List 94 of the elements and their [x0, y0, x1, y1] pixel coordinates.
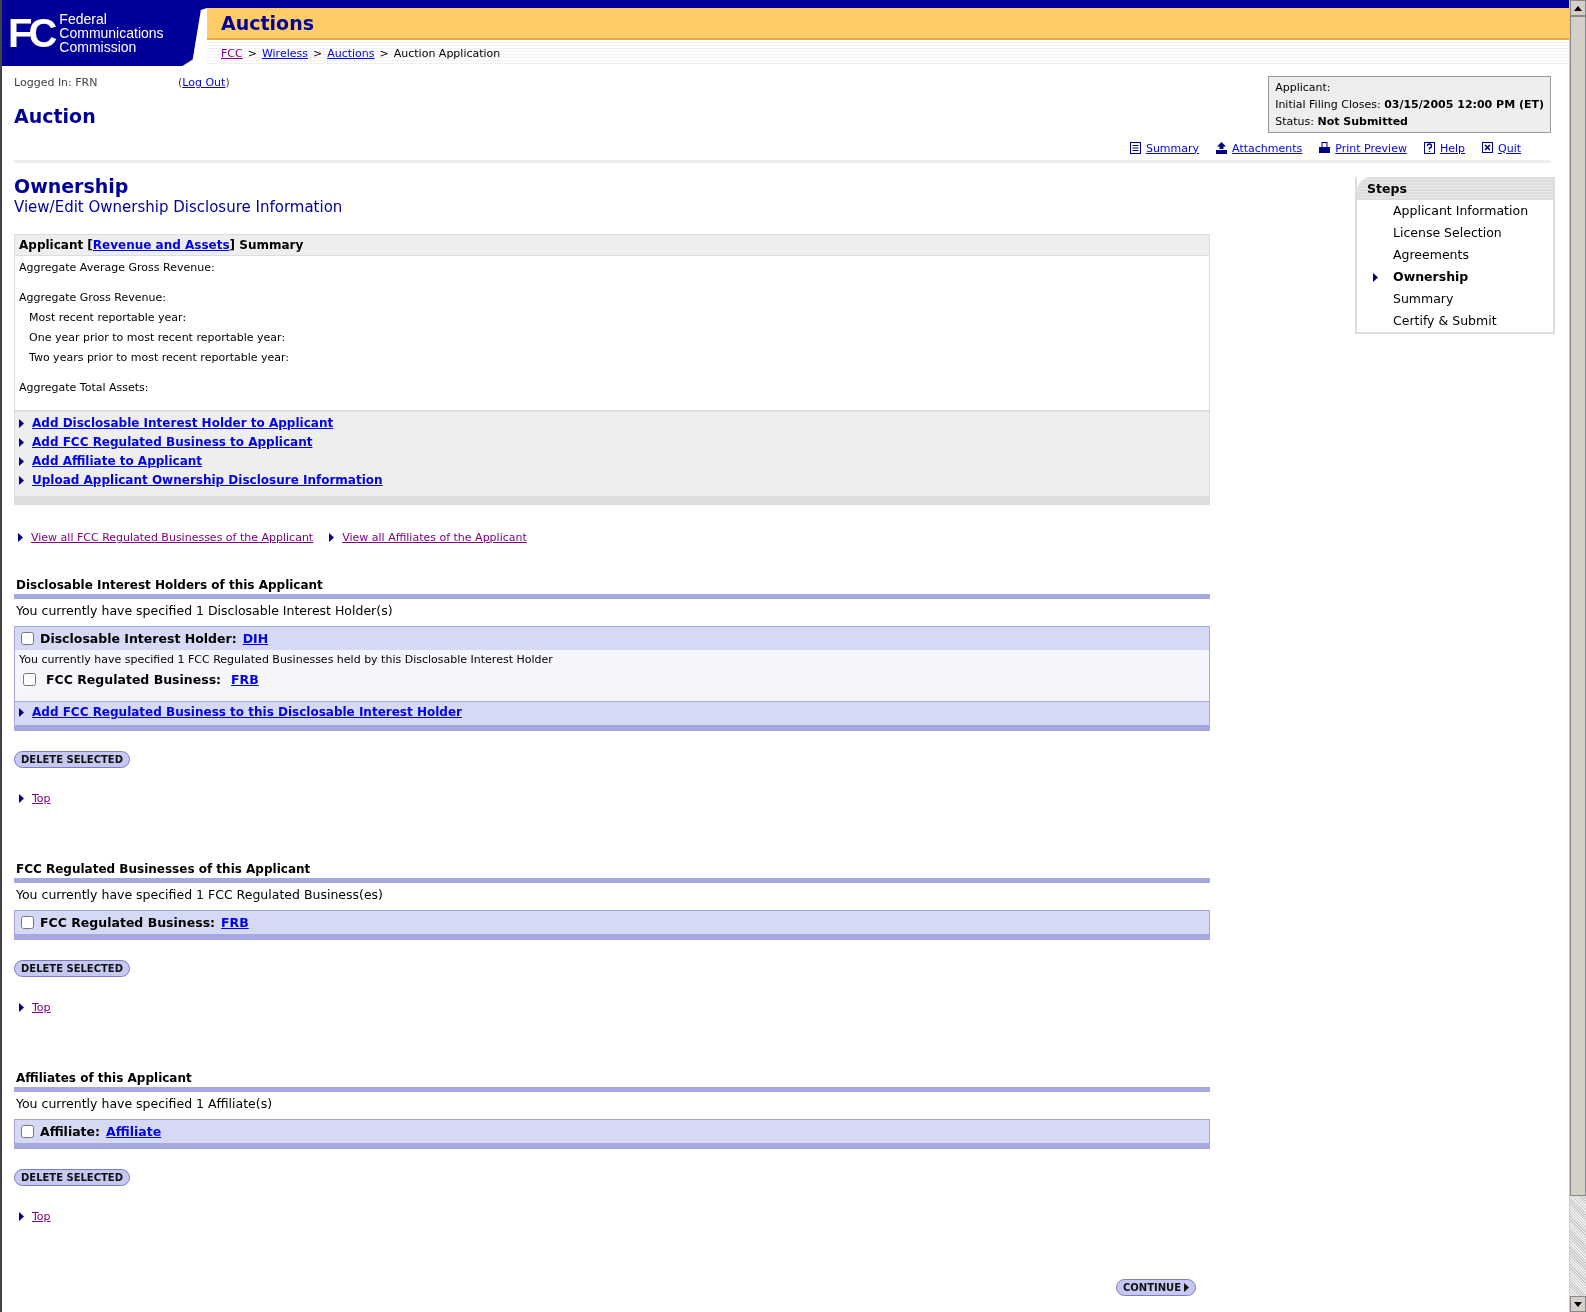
step-item[interactable]: Summary: [1357, 288, 1553, 310]
breadcrumb-separator: >: [247, 46, 257, 60]
breadcrumb-link[interactable]: Wireless: [261, 46, 308, 60]
delete-button[interactable]: DELETE SELECTED: [14, 1169, 130, 1186]
scroll-up-icon[interactable]: [1574, 5, 1582, 11]
summary-label: Aggregate Gross Revenue:: [19, 290, 167, 306]
logo-mark: FC: [8, 13, 54, 53]
entry-label: Disclosable Interest Holder:: [40, 631, 237, 646]
summary-label: Two years prior to most recent reportable year:: [28, 350, 291, 366]
info-line: Applicant:: [1275, 81, 1332, 94]
scrollbar[interactable]: [1569, 0, 1586, 1312]
continue-button[interactable]: CONTINUE: [1115, 1279, 1196, 1296]
bullet-icon: [19, 438, 24, 447]
top-link[interactable]: Top: [32, 792, 51, 805]
entry-link[interactable]: Affiliate: [106, 1124, 162, 1139]
logout-link[interactable]: Log Out: [182, 76, 226, 89]
group-heading: FCC Regulated Businesses of this Applicant: [14, 862, 1210, 883]
summary-header: Applicant [Revenue and Assets] Summary: [15, 235, 1209, 256]
action-link[interactable]: Upload Applicant Ownership Disclosure Information: [32, 471, 383, 490]
count-text: You currently have specified 1 Affiliate(s): [15, 1095, 274, 1113]
revenue-link[interactable]: Revenue and Assets: [92, 238, 230, 252]
paren: ): [225, 76, 230, 89]
view-link[interactable]: View all FCC Regulated Businesses of the Applicant: [31, 531, 314, 544]
entry-link[interactable]: DIH: [242, 631, 269, 646]
play-icon: [1184, 1283, 1189, 1292]
step-item[interactable]: License Selection: [1357, 222, 1553, 244]
bullet-icon: [19, 476, 24, 485]
breadcrumb-current: Auction Application: [393, 46, 501, 60]
toolbar-link[interactable]: Attachments: [1232, 141, 1303, 155]
breadcrumb-link[interactable]: Auctions: [327, 46, 375, 60]
scroll-down-icon[interactable]: [1574, 1301, 1582, 1307]
entry-label: FCC Regulated Business:: [40, 915, 216, 930]
close-icon: [1481, 141, 1494, 155]
delete-button[interactable]: DELETE SELECTED: [14, 960, 130, 977]
bullet-icon: [19, 794, 24, 803]
section-title: Ownership: [14, 175, 130, 197]
logo-text: Commission: [59, 40, 138, 54]
step-item[interactable]: Ownership: [1357, 266, 1553, 288]
info-line: Initial Filing Closes: 03/15/2005 12:00 PM (ET): [1275, 98, 1544, 111]
steps-title: Steps: [1357, 177, 1553, 200]
info-line: Status: Not Submitted: [1275, 115, 1409, 128]
view-link[interactable]: View all Affiliates of the Applicant: [342, 531, 527, 544]
checkbox[interactable]: [21, 632, 34, 645]
summary-label: Aggregate Total Assets:: [19, 380, 150, 396]
step-item[interactable]: Certify & Submit: [1357, 310, 1553, 332]
printer-icon: [1318, 141, 1332, 155]
paren: (: [178, 76, 183, 89]
toolbar-link[interactable]: Quit: [1498, 141, 1521, 155]
entry-label: FCC Regulated Business:: [46, 672, 222, 687]
bullet-icon: [1373, 272, 1378, 282]
summary-label: Most recent reportable year:: [28, 310, 188, 326]
top-link[interactable]: Top: [32, 1001, 51, 1014]
bullet-icon: [19, 419, 24, 428]
bullet-icon: [329, 533, 335, 542]
group-heading: Affiliates of this Applicant: [14, 1071, 1210, 1092]
checkbox[interactable]: [21, 1125, 34, 1138]
toolbar-link[interactable]: Summary: [1145, 141, 1200, 155]
entry-link[interactable]: FRB: [231, 672, 259, 687]
checkbox[interactable]: [23, 673, 36, 686]
group-heading: Disclosable Interest Holders of this Applicant: [14, 578, 1210, 599]
bullet-icon: [18, 533, 23, 542]
logged-in-label: Logged In: FRN: [14, 76, 99, 89]
bullet-icon: [19, 1003, 24, 1012]
breadcrumb-link[interactable]: FCC: [221, 46, 243, 60]
logo-text: Federal: [59, 12, 108, 26]
action-link[interactable]: Add Disclosable Interest Holder to Applicant: [32, 414, 334, 433]
action-link[interactable]: Add Affiliate to Applicant: [32, 452, 203, 471]
toolbar-link[interactable]: Help: [1439, 141, 1465, 155]
top-link[interactable]: Top: [32, 1210, 51, 1223]
bullet-icon: [19, 707, 24, 717]
help-icon: [1422, 141, 1436, 155]
step-item[interactable]: Applicant Information: [1357, 200, 1553, 222]
count-text: You currently have specified 1 FCC Regulated Business(es): [15, 886, 384, 904]
list-icon: [1128, 141, 1142, 155]
toolbar-link[interactable]: Print Preview: [1335, 141, 1407, 155]
entry-label: Affiliate:: [40, 1124, 101, 1139]
breadcrumb-separator: >: [379, 46, 389, 60]
delete-button[interactable]: DELETE SELECTED: [14, 751, 130, 768]
bullet-icon: [19, 1212, 24, 1221]
checkbox[interactable]: [21, 916, 34, 929]
summary-label: One year prior to most recent reportable year:: [28, 330, 287, 346]
page-title: Auction: [14, 105, 97, 127]
upload-icon: [1215, 141, 1229, 155]
entry-link[interactable]: FRB: [221, 915, 249, 930]
summary-label: Aggregate Average Gross Revenue:: [19, 260, 216, 276]
action-link[interactable]: Add FCC Regulated Business to Applicant: [32, 433, 313, 452]
banner-title: Auctions: [221, 12, 314, 34]
step-item[interactable]: Agreements: [1357, 244, 1553, 266]
entry-note: You currently have specified 1 FCC Regulated Businesses held by this Disclosable Interest Holder: [18, 652, 554, 668]
count-text: You currently have specified 1 Disclosable Interest Holder(s): [15, 602, 394, 620]
bullet-icon: [19, 457, 24, 466]
section-subtitle: View/Edit Ownership Disclosure Information: [14, 198, 344, 216]
breadcrumb-separator: >: [312, 46, 323, 60]
logo-text: Communications: [59, 26, 164, 40]
